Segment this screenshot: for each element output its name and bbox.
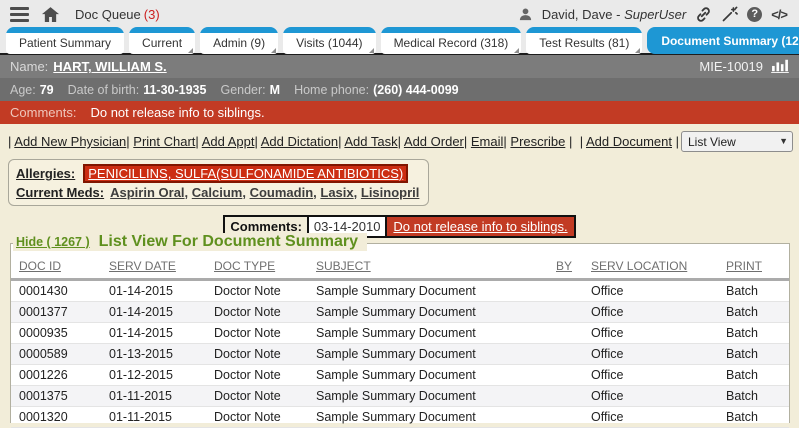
comment-text-link[interactable]: Do not release info to siblings.	[385, 217, 573, 236]
add-order-link[interactable]: Add Order	[404, 134, 464, 149]
table-header-row: DOC ID SERV DATE DOC TYPE SUBJECT BY SER…	[11, 255, 789, 280]
sort-by[interactable]: BY	[556, 259, 572, 273]
tab-medical-record[interactable]: Medical Record (318)	[381, 27, 522, 54]
tab-document-summary[interactable]: Document Summary (1267)	[647, 27, 799, 54]
quick-actions-row: Add New Physician Print Chart Add Appt A…	[0, 124, 799, 152]
age-label: Age:	[10, 83, 36, 97]
flowsheet-chart-icon[interactable]	[771, 58, 789, 76]
gender-value: M	[270, 83, 280, 97]
comments-alert-text: Do not release info to siblings.	[90, 105, 264, 120]
table-row[interactable]: 000137701-14-2015Doctor NoteSample Summa…	[11, 302, 789, 323]
tab-current[interactable]: Current	[129, 27, 195, 54]
med-link-lisinopril[interactable]: Lisinopril	[361, 185, 420, 200]
med-link-aspirin[interactable]: Aspirin Oral	[110, 185, 184, 200]
add-task-link[interactable]: Add Task	[344, 134, 397, 149]
patient-demographics-bar: Age: 79 Date of birth:11-30-1935 Gender: M…	[0, 78, 799, 101]
dob-value: 11-30-1935	[143, 83, 206, 97]
sort-serv-date[interactable]: SERV DATE	[109, 259, 176, 273]
table-row[interactable]: 000093501-14-2015Doctor NoteSample Summa…	[11, 323, 789, 344]
sort-print[interactable]: PRINT	[726, 259, 762, 273]
patient-name-bar: Name: HART, WILLIAM S. MIE-10019	[0, 55, 799, 78]
allergies-meds-box: Allergies: PENICILLINS, SULFA(SULFONAMID…	[8, 159, 429, 206]
name-label: Name:	[10, 59, 48, 74]
table-row[interactable]: 000132001-11-2015Doctor NoteSample Summa…	[11, 407, 789, 428]
phone-value: (260) 444-0099	[373, 83, 458, 97]
link-icon[interactable]	[695, 6, 712, 23]
sort-serv-location[interactable]: SERV LOCATION	[591, 259, 687, 273]
tab-admin[interactable]: Admin (9)	[200, 27, 278, 54]
med-link-lasix[interactable]: Lasix	[320, 185, 353, 200]
med-link-calcium[interactable]: Calcium	[192, 185, 243, 200]
allergy-value[interactable]: PENICILLINS, SULFA(SULFONAMIDE ANTIBIOTI…	[83, 164, 408, 183]
doc-queue-link[interactable]: Doc Queue(3)	[75, 7, 160, 22]
current-meds-label-link[interactable]: Current Meds:	[16, 185, 104, 200]
chart-tab-bar: Patient Summary Current Admin (9) Visits…	[0, 28, 799, 55]
sort-doc-id[interactable]: DOC ID	[19, 259, 61, 273]
print-chart-link[interactable]: Print Chart	[133, 134, 195, 149]
user-avatar-icon	[518, 7, 533, 22]
hamburger-menu-icon[interactable]	[10, 7, 29, 22]
sort-subject[interactable]: SUBJECT	[316, 259, 371, 273]
list-view-title: List View For Document Summary	[99, 233, 358, 251]
tab-visits[interactable]: Visits (1044)	[283, 27, 375, 54]
tab-patient-summary[interactable]: Patient Summary	[6, 27, 124, 54]
add-new-physician-link[interactable]: Add New Physician	[14, 134, 126, 149]
code-icon[interactable]: </>	[771, 7, 787, 22]
comments-label: Comments:	[10, 105, 76, 120]
gender-label: Gender:	[220, 83, 265, 97]
patient-comments-bar: Comments: Do not release info to sibling…	[0, 101, 799, 124]
table-row[interactable]: 000143001-14-2015Doctor NoteSample Summa…	[11, 280, 789, 302]
wand-icon[interactable]	[721, 6, 738, 23]
logged-in-user[interactable]: David, Dave - SuperUser	[542, 7, 687, 22]
patient-name-link[interactable]: HART, WILLIAM S.	[53, 59, 166, 74]
document-table: DOC ID SERV DATE DOC TYPE SUBJECT BY SER…	[11, 255, 789, 428]
patient-chart-id: MIE-10019	[699, 59, 763, 74]
table-row[interactable]: 000137501-11-2015Doctor NoteSample Summa…	[11, 386, 789, 407]
document-list-legend: Hide ( 1267 ) List View For Document Sum…	[13, 233, 367, 251]
dob-label: Date of birth:	[68, 83, 140, 97]
table-row[interactable]: 000122601-12-2015Doctor NoteSample Summa…	[11, 365, 789, 386]
add-appt-link[interactable]: Add Appt	[202, 134, 255, 149]
hide-list-link[interactable]: Hide ( 1267 )	[16, 235, 90, 249]
top-bar: Doc Queue(3) David, Dave - SuperUser ? <…	[0, 0, 799, 28]
age-value: 79	[40, 83, 54, 97]
email-link[interactable]: Email	[471, 134, 504, 149]
tab-test-results[interactable]: Test Results (81)	[526, 27, 642, 54]
help-icon[interactable]: ?	[747, 7, 762, 22]
allergies-label-link[interactable]: Allergies:	[16, 166, 75, 181]
table-row[interactable]: 000058901-13-2015Doctor NoteSample Summa…	[11, 344, 789, 365]
view-mode-select[interactable]: List View	[681, 131, 793, 152]
med-link-coumadin[interactable]: Coumadin	[250, 185, 314, 200]
add-dictation-link[interactable]: Add Dictation	[261, 134, 338, 149]
doc-queue-count: (3)	[144, 7, 160, 22]
sort-doc-type[interactable]: DOC TYPE	[214, 259, 275, 273]
add-document-link[interactable]: Add Document	[586, 134, 672, 149]
prescribe-link[interactable]: Prescribe	[510, 134, 565, 149]
document-list-section: Hide ( 1267 ) List View For Document Sum…	[10, 243, 790, 423]
phone-label: Home phone:	[294, 83, 369, 97]
home-icon[interactable]	[42, 7, 59, 22]
